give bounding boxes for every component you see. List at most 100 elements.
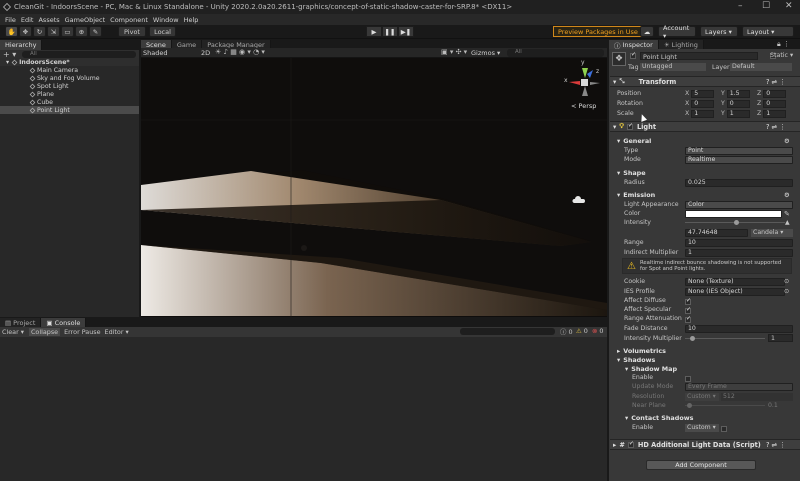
settings-icon[interactable]: ⚙ — [784, 137, 790, 145]
static-dropdown[interactable]: Static ▾ — [770, 52, 793, 59]
component-menu-icons[interactable]: ? ⇌ ⋮ — [766, 123, 786, 131]
maximize-icon[interactable]: ☐ — [762, 1, 770, 11]
tab-hierarchy[interactable]: Hierarchy — [0, 40, 43, 50]
hd-light-data-checkbox[interactable] — [627, 440, 634, 448]
menu-edit[interactable]: Edit — [21, 16, 34, 24]
custom-tool-icon[interactable]: ✎ — [89, 26, 102, 37]
radius-field[interactable]: 0.025 — [685, 178, 793, 187]
preview-packages-button[interactable]: Preview Packages in Use ▾ — [553, 26, 649, 37]
range-field[interactable]: 10 — [685, 238, 793, 247]
type-dropdown[interactable]: Point — [685, 146, 793, 155]
tab-console[interactable]: ▣ Console — [41, 318, 87, 327]
layout-dropdown[interactable]: Layout ▾ — [742, 26, 794, 37]
minimize-icon[interactable]: – — [738, 1, 743, 11]
hierarchy-item[interactable]: Spot Light — [0, 82, 139, 90]
affect-specular-checkbox[interactable] — [685, 306, 691, 314]
close-icon[interactable]: ✕ — [785, 1, 793, 11]
scene-root-row[interactable]: ▾ IndoorsScene* — [0, 58, 139, 66]
account-dropdown[interactable]: Account ▾ — [658, 24, 696, 40]
emission-section[interactable]: ▾ Emission ⚙ — [613, 190, 795, 199]
perspective-label[interactable]: < Persp — [571, 102, 596, 110]
scene-view[interactable]: y x z < Persp — [141, 58, 607, 317]
step-button[interactable]: ▶❚ — [398, 26, 414, 37]
contact-enable-checkbox[interactable] — [721, 425, 727, 432]
shadow-enable-checkbox[interactable] — [685, 375, 691, 382]
range-attenuation-checkbox[interactable] — [685, 315, 691, 323]
resolution-field[interactable]: 512 — [721, 392, 793, 401]
move-tool-icon[interactable]: ✥ — [19, 26, 32, 37]
rotate-tool-icon[interactable]: ↻ — [33, 26, 46, 37]
color-swatch[interactable] — [685, 209, 782, 218]
tab-lighting[interactable]: ☀ Lighting — [658, 40, 704, 49]
component-menu-icons[interactable]: ? ⇌ ⋮ — [766, 78, 786, 86]
hd-light-data-header[interactable]: ▸ # HD Additional Light Data (Script) ? … — [610, 439, 800, 450]
console-search-input[interactable] — [460, 328, 555, 335]
near-plane-knob[interactable] — [687, 403, 692, 408]
hierarchy-item[interactable]: Plane — [0, 90, 139, 98]
menu-component[interactable]: Component — [110, 16, 148, 24]
light-header[interactable]: ▾ 💡︎ Light ? ⇌ ⋮ — [610, 121, 800, 132]
pivot-button[interactable]: Pivot — [118, 26, 146, 37]
position-y-field[interactable]: 1.5 — [726, 89, 750, 98]
hierarchy-item-selected[interactable]: Point Light — [0, 106, 139, 114]
warning-count[interactable]: ⚠ 0 — [576, 327, 588, 335]
error-count[interactable]: ⊗ 0 — [592, 327, 603, 335]
ies-field[interactable]: None (IES Object) — [685, 287, 785, 296]
scene-search-input[interactable]: All — [507, 49, 604, 57]
contact-shadows-section[interactable]: ▾ Contact Shadows — [613, 413, 795, 422]
near-plane-field[interactable]: 0.1 — [768, 402, 778, 409]
menu-help[interactable]: Help — [184, 16, 199, 24]
scale-x-field[interactable]: 1 — [691, 109, 715, 118]
intensity-multiplier-knob[interactable] — [690, 336, 695, 341]
resolution-preset-dropdown[interactable]: Custom ▾ — [685, 392, 719, 401]
near-plane-track[interactable] — [685, 405, 765, 406]
object-picker-icon[interactable]: ⊙ — [784, 288, 789, 295]
collapse-button[interactable]: Collapse — [28, 328, 61, 336]
scale-tool-icon[interactable]: ⇲ — [47, 26, 60, 37]
2d-toggle[interactable]: 2D — [201, 49, 210, 57]
cloud-icon[interactable]: ☁ — [640, 26, 654, 37]
add-component-button[interactable]: Add Component — [646, 460, 756, 470]
menu-window[interactable]: Window — [153, 16, 179, 24]
shadow-map-section[interactable]: ▾ Shadow Map — [613, 364, 795, 373]
shading-mode-dropdown[interactable]: Shaded — [143, 49, 167, 57]
transform-tool-icon[interactable]: ⊕ — [75, 26, 88, 37]
intensity-field[interactable]: 47.74648 — [685, 228, 748, 237]
update-mode-dropdown[interactable]: Every Frame — [685, 382, 793, 391]
rotation-x-field[interactable]: 0 — [691, 99, 715, 108]
indirect-field[interactable]: 1 — [685, 248, 793, 257]
shape-section[interactable]: ▾ Shape — [613, 168, 795, 177]
component-menu-icons[interactable]: ? ⇌ ⋮ — [766, 441, 786, 449]
tag-dropdown[interactable]: Untagged — [640, 63, 706, 71]
light-enabled-checkbox[interactable] — [626, 122, 633, 130]
position-z-field[interactable]: 0 — [763, 89, 787, 98]
info-count[interactable]: ⓘ 0 — [560, 327, 573, 336]
local-button[interactable]: Local — [149, 26, 176, 37]
hierarchy-item[interactable]: Cube — [0, 98, 139, 106]
lock-icon[interactable]: 🔒︎ ⋮ — [777, 40, 790, 49]
contact-enable-dropdown[interactable]: Custom ▾ — [685, 423, 719, 432]
error-pause-button[interactable]: Error Pause — [64, 328, 100, 336]
position-x-field[interactable]: 5 — [691, 89, 715, 98]
rotation-z-field[interactable]: 0 — [763, 99, 787, 108]
intensity-multiplier-track[interactable] — [685, 338, 765, 339]
transform-header[interactable]: ▾ ⤡ Transform ? ⇌ ⋮ — [610, 76, 800, 87]
eyedropper-icon[interactable]: ✎ — [784, 210, 790, 218]
camera-icon[interactable]: ▣ ▾ ✣ ▾ — [441, 48, 467, 56]
hierarchy-search-input[interactable]: All — [22, 51, 136, 58]
axis-gizmo[interactable]: y x z — [564, 59, 604, 106]
intensity-unit-dropdown[interactable]: Candela ▾ — [751, 228, 793, 237]
intensity-multiplier-field[interactable]: 1 — [768, 334, 793, 342]
volumetrics-section[interactable]: ▸ Volumetrics — [613, 346, 795, 355]
fade-field[interactable]: 10 — [685, 324, 793, 333]
scene-toggles-icons[interactable]: ☀ ♪ ▦ ◉ ▾ ◔ ▾ — [215, 48, 265, 56]
hierarchy-item[interactable]: Main Camera — [0, 66, 139, 74]
rotation-y-field[interactable]: 0 — [726, 99, 750, 108]
scale-z-field[interactable]: 1 — [763, 109, 787, 118]
general-section[interactable]: ▾ General ⚙ — [613, 136, 795, 145]
object-picker-icon[interactable]: ⊙ — [784, 278, 789, 285]
cookie-field[interactable]: None (Texture) — [685, 277, 785, 286]
clear-button[interactable]: Clear ▾ — [2, 328, 24, 336]
hierarchy-item[interactable]: Sky and Fog Volume — [0, 74, 139, 82]
layers-dropdown[interactable]: Layers ▾ — [700, 26, 738, 37]
